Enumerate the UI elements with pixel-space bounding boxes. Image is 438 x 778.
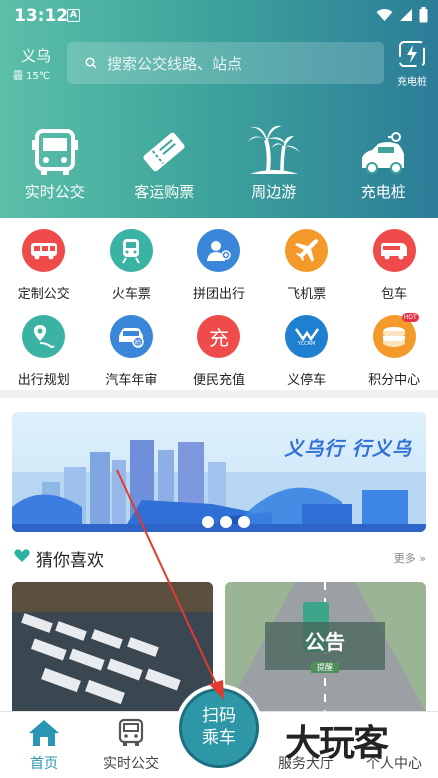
service-label: 拼团出行 [192,287,245,302]
points-icon: HOT [372,313,419,358]
service-label: 出行规划 [17,373,70,388]
more-link[interactable]: 更多 » [394,550,426,566]
service-custom-bus[interactable]: 定制公交 [0,229,88,302]
banner-section: 义乌行 行义乌 [0,398,438,536]
notification-a-icon: A [67,9,80,22]
search-icon [85,57,97,69]
service-grid: 定制公交 火车票 拼团出行 飞机票 包车 出行规划 检 汽车年审 充 便民充值 … [0,218,438,390]
battery-icon [419,7,428,23]
charging-label: 充电桩 [397,77,427,88]
recommend-section: 猜你喜欢 更多 » 公告 提醒 [0,536,438,712]
weather-info: 霾 15℃ [13,71,51,82]
watermark-logo: 大玩客 [285,722,389,764]
recommend-card-notice[interactable]: 公告 提醒 [225,582,426,712]
city-selector[interactable]: 义乌 [16,45,56,66]
train-icon [109,229,153,272]
scan-label-line1: 扫码 [202,706,236,726]
service-charter-bus[interactable]: 包车 [350,229,438,302]
recharge-icon: 充 [197,315,241,358]
service-car-inspection[interactable]: 检 汽车年审 [88,315,176,388]
shortcut-label: 充电桩 [360,183,406,201]
status-time: 13:12 [14,6,69,26]
section-title: 猜你喜欢 [36,551,104,571]
heart-icon [14,549,30,562]
bus-outline-icon [118,718,144,746]
shortcut-nearby-tour[interactable]: 周边游 [219,120,329,202]
more-label: 更多 [393,552,416,565]
bus-depot-photo [12,582,213,712]
service-label: 飞机票 [287,287,327,302]
scan-label-line2: 乘车 [202,728,236,748]
service-row-2: 出行规划 检 汽车年审 充 便民充值 YCCRM 义停车 HOT 积分中心 [0,313,438,388]
city-skyline-illustration [12,440,426,532]
nav-label: 首页 [30,756,58,772]
service-parking[interactable]: YCCRM 义停车 [263,315,351,388]
banner-slogan: 义乌行 行义乌 [284,438,412,460]
charging-icon [399,41,425,67]
parking-icon: YCCRM [285,315,329,358]
service-label: 包车 [381,287,408,302]
custom-bus-icon [22,229,66,272]
shortcut-label: 实时公交 [24,183,85,201]
scan-to-ride-button[interactable]: 扫码 乘车 [179,688,259,768]
status-icons [376,7,428,23]
shortcut-realtime-bus[interactable]: 实时公交 [0,120,110,202]
charging-pile-button[interactable]: 充电桩 [390,40,434,88]
service-label: 便民充值 [192,373,245,388]
service-points-center[interactable]: HOT 积分中心 [350,313,438,388]
notice-overlay: 公告 提醒 [265,622,385,673]
notice-title: 公告 [305,630,345,654]
nav-home[interactable]: 首页 [4,718,84,773]
shortcut-label: 周边游 [251,183,297,201]
signal-icon [400,9,412,21]
wifi-icon [376,9,393,21]
charter-bus-icon [372,229,416,272]
recharge-glyph: 充 [208,326,229,350]
service-label: 汽车年审 [105,373,158,388]
service-row-1: 定制公交 火车票 拼团出行 飞机票 包车 [0,229,438,302]
bus-icon [31,129,78,175]
nav-label: 实时公交 [103,756,159,772]
service-label: 积分中心 [368,373,421,388]
service-train-ticket[interactable]: 火车票 [88,229,176,302]
header-background: 13:12 A 义乌 霾 15℃ 搜索公交线路、站点 充电桩 实时公交 客运购票… [0,0,438,218]
car-inspection-icon: 检 [109,315,153,358]
service-label: 火车票 [111,287,151,302]
airplane-icon [285,229,329,272]
search-input[interactable]: 搜索公交线路、站点 [67,42,384,84]
route-plan-icon [22,315,66,358]
svg-text:检: 检 [135,338,142,347]
promo-banner[interactable]: 义乌行 行义乌 [12,412,426,532]
main-shortcuts: 实时公交 客运购票 周边游 充电桩 [0,120,438,202]
service-route-plan[interactable]: 出行规划 [0,315,88,388]
nav-realtime-bus[interactable]: 实时公交 [91,718,171,773]
service-group-travel[interactable]: 拼团出行 [175,229,263,302]
service-flight-ticket[interactable]: 飞机票 [263,229,351,302]
group-travel-icon [197,229,241,272]
shortcut-charging-pile[interactable]: 充电桩 [329,120,438,202]
electric-car-icon [362,132,405,174]
parking-logo-text: YCCRM [297,340,316,347]
status-bar: 13:12 A [0,0,438,32]
double-chevron-right-icon: » [419,552,426,565]
search-placeholder: 搜索公交线路、站点 [107,54,243,73]
service-recharge[interactable]: 充 便民充值 [175,315,263,388]
ticket-icon [143,132,185,172]
shortcut-label: 客运购票 [134,183,195,201]
shortcut-buy-ticket[interactable]: 客运购票 [110,120,220,202]
hot-badge: HOT [401,313,419,322]
service-label: 定制公交 [17,287,70,302]
palm-tree-icon [247,125,300,174]
recommend-card-bus-depot[interactable] [12,582,213,712]
home-icon [29,720,59,746]
notice-subtitle: 提醒 [311,662,339,673]
service-label: 义停车 [287,373,327,388]
